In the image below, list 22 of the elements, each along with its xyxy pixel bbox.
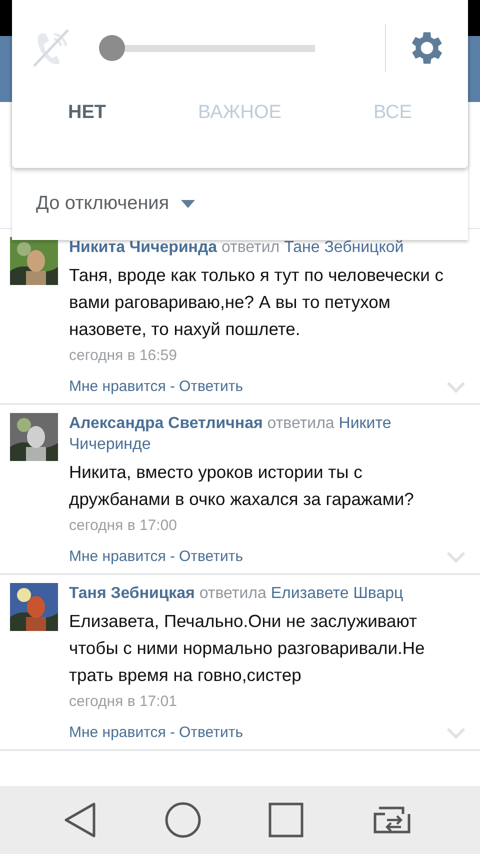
reply-link[interactable]: Ответить [178,378,244,395]
comment-header: Никита Чичеринда ответил Тане Зебницкой [69,238,405,258]
reply-link[interactable]: Ответить [178,724,244,741]
comment-header: Таня Зебницкая ответила Елизавете Шварц [69,584,404,604]
separator-text: - [170,378,175,395]
comment-text: Елизавета, Печально.Они не заслуживают чтобы с ними нормально разговаривали.Не трать время на говно,систер [69,610,426,687]
comment-text: Таня, вроде как только я тут по человечески с вами раговариваю,не? А вы то петухом назовете, то нахуй пошлете. [69,264,444,341]
like-link[interactable]: Мне нравится [69,378,166,395]
slider-thumb[interactable] [99,34,125,60]
comment-text: Никита, вместо уроков истории ты с дружбанами в очко жахался за гаражами? [69,461,415,511]
reply-link[interactable]: Ответить [178,548,244,565]
mode-tab[interactable]: НЕТ [58,96,116,130]
comment-header: Александра Светличная ответила Никите Чичеринде [69,414,392,455]
caret-icon [181,200,196,208]
like-link[interactable]: Мне нравится [69,724,166,741]
duration-dropdown[interactable]: До отключения [36,193,196,215]
separator-text: - [170,548,175,565]
comment-time: сегодня в 17:01 [69,693,178,710]
comment-time: сегодня в 17:00 [69,517,178,534]
like-link[interactable]: Мне нравится [69,548,166,565]
comment-time: сегодня в 16:59 [69,347,178,364]
separator-text: - [170,724,175,741]
